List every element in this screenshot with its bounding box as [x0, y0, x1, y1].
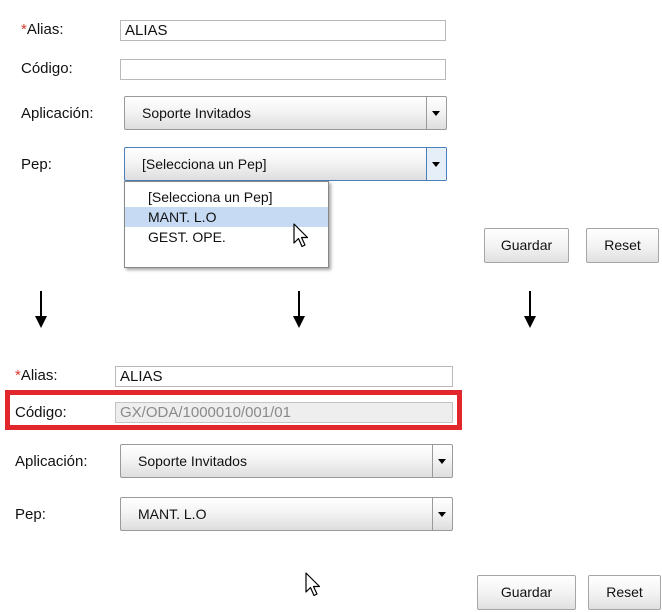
reset-button[interactable]: Reset — [588, 575, 661, 610]
dropdown-caret-icon — [438, 459, 446, 464]
aplicacion-select-value: Soporte Invitados — [142, 105, 251, 121]
pep-label: Pep: — [15, 506, 46, 523]
dropdown-caret-button[interactable] — [432, 445, 452, 477]
guardar-button[interactable]: Guardar — [484, 228, 569, 263]
codigo-input[interactable] — [120, 59, 446, 80]
aplicacion-select[interactable]: Soporte Invitados — [120, 444, 453, 478]
alias-label: *Alias: — [21, 21, 64, 38]
down-arrow-icon — [293, 291, 305, 328]
aplicacion-label: Aplicación: — [15, 453, 88, 470]
pep-select-value: MANT. L.O — [138, 506, 207, 522]
mouse-cursor-icon — [293, 223, 309, 248]
alias-label: *Alias: — [15, 367, 58, 384]
pep-label: Pep: — [21, 156, 52, 173]
alias-input[interactable]: ALIAS — [115, 366, 453, 387]
pep-select[interactable]: [Selecciona un Pep] — [124, 147, 447, 181]
pep-option[interactable]: [Selecciona un Pep] — [125, 187, 328, 207]
reset-button[interactable]: Reset — [586, 228, 659, 263]
dropdown-caret-icon — [432, 162, 440, 167]
dropdown-caret-icon — [432, 111, 440, 116]
codigo-highlight-frame — [5, 390, 462, 430]
down-arrow-icon — [35, 291, 47, 328]
aplicacion-label: Aplicación: — [21, 105, 94, 122]
dropdown-caret-button[interactable] — [426, 148, 446, 180]
aplicacion-select-value: Soporte Invitados — [138, 453, 247, 469]
alias-input[interactable]: ALIAS — [120, 20, 446, 41]
aplicacion-select[interactable]: Soporte Invitados — [124, 96, 447, 130]
dropdown-caret-icon — [438, 512, 446, 517]
dropdown-caret-button[interactable] — [432, 498, 452, 530]
pep-select-value: [Selecciona un Pep] — [142, 156, 267, 172]
guardar-button[interactable]: Guardar — [477, 575, 576, 610]
pep-select[interactable]: MANT. L.O — [120, 497, 453, 531]
mouse-cursor-icon — [305, 572, 321, 597]
down-arrow-icon — [524, 291, 536, 328]
dropdown-caret-button[interactable] — [426, 97, 446, 129]
codigo-label: Código: — [21, 60, 73, 77]
